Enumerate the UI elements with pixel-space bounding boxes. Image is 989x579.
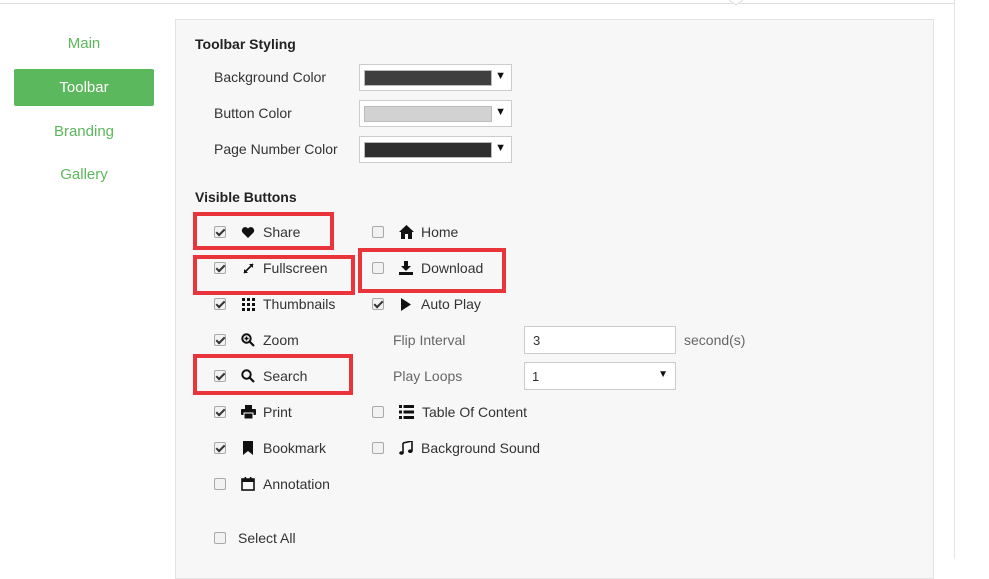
zoom-icon [240,332,256,348]
play-loops-value: 1 [532,369,540,384]
music-icon [398,440,414,456]
home-label: Home [421,224,459,240]
select-all-label: Select All [238,530,296,546]
zoom-checkbox[interactable] [214,334,226,346]
chevron-down-icon: ▼ [495,106,506,118]
bookmark-icon [240,440,256,456]
page-number-color-label: Page Number Color [214,141,338,157]
background-color-picker[interactable]: ▼ [359,64,512,91]
sidebar-item-gallery[interactable]: Gallery [14,156,154,193]
thumbnails-icon [240,296,256,312]
background-color-swatch [364,70,492,86]
print-checkbox[interactable] [214,406,226,418]
flip-interval-unit: second(s) [684,332,746,348]
thumbnails-label: Thumbnails [263,296,336,312]
top-divider [0,0,955,4]
highlight-box-search [193,354,353,395]
button-color-swatch [364,106,492,122]
button-color-picker[interactable]: ▼ [359,100,512,127]
chevron-down-icon: ▼ [495,70,506,82]
play-icon [398,296,414,312]
background-sound-label: Background Sound [421,440,541,456]
bookmark-checkbox[interactable] [214,442,226,454]
table-of-content-checkbox[interactable] [372,406,384,418]
chevron-down-icon: ▼ [658,369,668,380]
background-sound-checkbox[interactable] [372,442,384,454]
sidebar-item-toolbar[interactable]: Toolbar [14,69,154,106]
auto-play-checkbox[interactable] [372,298,384,310]
zoom-label: Zoom [263,332,299,348]
background-color-label: Background Color [214,69,327,85]
auto-play-label: Auto Play [421,296,481,312]
print-icon [240,404,256,420]
toolbar-styling-heading: Toolbar Styling [195,36,296,52]
chevron-down-icon: ▼ [495,142,506,154]
annotation-checkbox[interactable] [214,478,226,490]
page-number-color-picker[interactable]: ▼ [359,136,512,163]
tab-notch [729,0,743,6]
play-loops-select[interactable]: 1 ▼ [524,362,676,390]
home-checkbox[interactable] [372,226,384,238]
annotation-label: Annotation [263,476,330,492]
select-all-checkbox[interactable] [214,532,226,544]
highlight-box-share [193,212,334,250]
highlight-box-download [358,248,506,293]
flip-interval-input[interactable] [524,326,676,354]
print-label: Print [263,404,292,420]
calendar-icon [240,476,256,492]
sidebar-item-main[interactable]: Main [14,25,154,62]
button-color-label: Button Color [214,105,292,121]
visible-buttons-heading: Visible Buttons [195,189,297,205]
highlight-box-fullscreen [193,255,355,295]
flip-interval-label: Flip Interval [393,332,466,348]
table-of-content-label: Table Of Content [422,404,528,420]
bookmark-label: Bookmark [263,440,327,456]
right-divider [954,0,955,559]
play-loops-label: Play Loops [393,368,463,384]
sidebar-item-branding[interactable]: Branding [14,113,154,150]
home-icon [398,224,414,240]
thumbnails-checkbox[interactable] [214,298,226,310]
list-icon [398,404,414,420]
page-number-color-swatch [364,142,492,158]
